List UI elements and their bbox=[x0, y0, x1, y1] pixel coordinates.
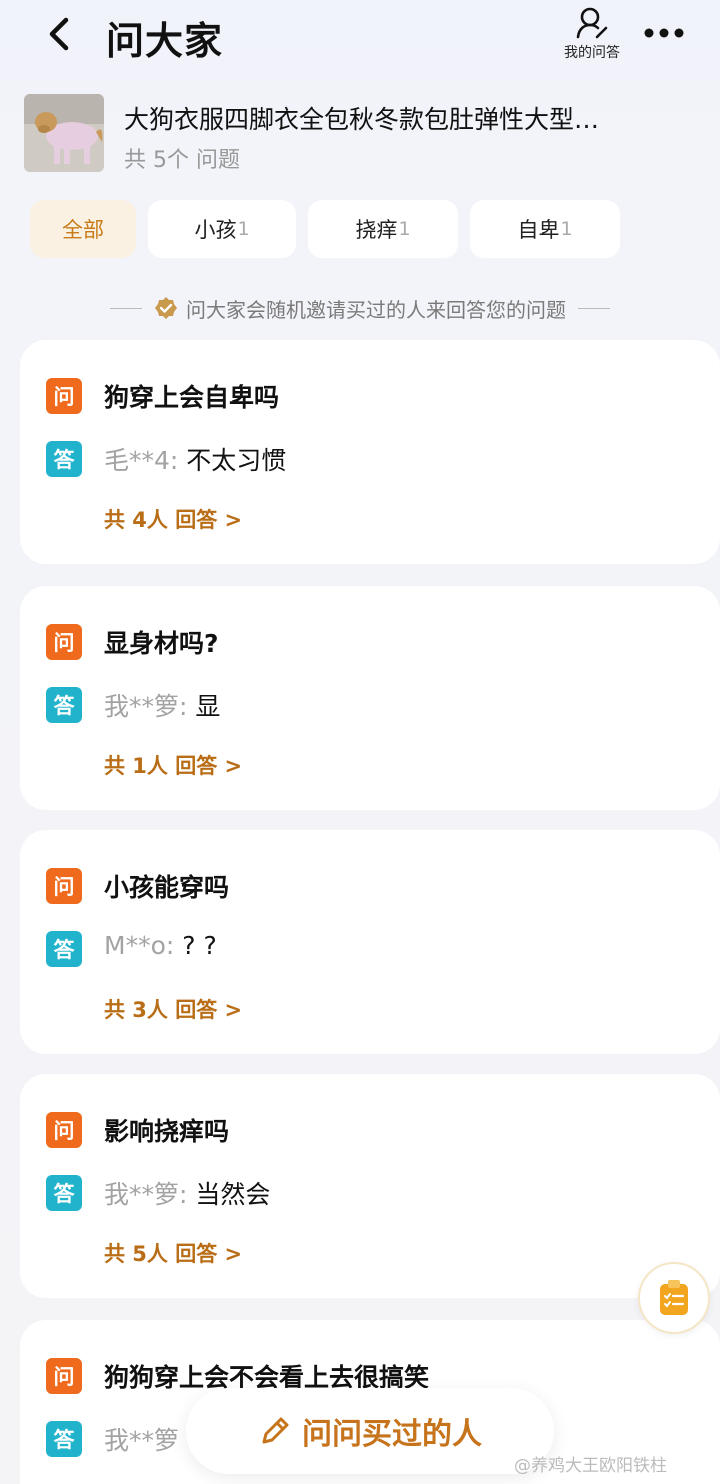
filter-inferior[interactable]: 自卑 1 bbox=[470, 200, 620, 258]
answer-count-link[interactable]: 共 3人 回答 > bbox=[104, 994, 242, 1024]
filter-label: 自卑 bbox=[517, 218, 560, 242]
answer-tag: 答 bbox=[46, 1421, 82, 1457]
divider bbox=[578, 307, 610, 309]
answer-line: 毛**4: 不太习惯 bbox=[104, 441, 286, 477]
clipboard-icon bbox=[660, 1280, 688, 1315]
answer-tag: 答 bbox=[46, 687, 82, 723]
answer-count-link[interactable]: 共 1人 回答 > bbox=[104, 750, 242, 780]
pencil-icon bbox=[262, 1417, 289, 1444]
filter-bar: 全部 小孩 1 挠痒 1 自卑 1 bbox=[30, 200, 710, 260]
answer-user: 我**箩: bbox=[104, 1180, 188, 1209]
question-text: 小孩能穿吗 bbox=[104, 873, 230, 902]
floating-list-button[interactable] bbox=[638, 1262, 710, 1334]
answer-tag: 答 bbox=[46, 1175, 82, 1211]
divider bbox=[110, 307, 142, 309]
my-qa-label: 我的问答 bbox=[564, 45, 620, 61]
notice-text: 问大家会随机邀请买过的人来回答您的问题 bbox=[186, 297, 566, 322]
verified-badge-icon bbox=[155, 297, 177, 319]
filter-count: 1 bbox=[560, 218, 573, 240]
question-tag: 问 bbox=[46, 868, 82, 904]
user-edit-icon bbox=[576, 7, 608, 39]
filter-count: 1 bbox=[398, 218, 411, 240]
product-summary[interactable]: 大狗衣服四脚衣全包秋冬款包肚弹性大型… 共 5个 问题 bbox=[24, 94, 704, 174]
answer-line: M**o: ? ? bbox=[104, 931, 217, 960]
ask-buyers-label: 问问买过的人 bbox=[302, 1417, 482, 1452]
question-text: 显身材吗? bbox=[104, 629, 219, 658]
question-text: 影响挠痒吗 bbox=[104, 1117, 230, 1146]
answer-count-link[interactable]: 共 4人 回答 > bbox=[104, 504, 242, 534]
more-button[interactable] bbox=[640, 20, 690, 46]
chevron-left-icon bbox=[49, 17, 69, 51]
more-dots-icon bbox=[644, 28, 684, 38]
invite-notice: 问大家会随机邀请买过的人来回答您的问题 bbox=[0, 290, 720, 326]
answer-user: M**o: bbox=[104, 931, 175, 960]
answer-tag: 答 bbox=[46, 441, 82, 477]
answer-text: ? ? bbox=[182, 931, 217, 960]
question-card[interactable]: 问 狗穿上会自卑吗 答 毛**4: 不太习惯 共 4人 回答 > bbox=[20, 340, 720, 564]
question-card[interactable]: 问 影响挠痒吗 答 我**箩: 当然会 共 5人 回答 > bbox=[20, 1074, 720, 1298]
filter-scratch[interactable]: 挠痒 1 bbox=[308, 200, 458, 258]
answer-user: 毛**4: bbox=[104, 446, 179, 475]
answer-user: 我**箩: bbox=[104, 692, 188, 721]
header: 问大家 我的问答 bbox=[0, 0, 720, 80]
answer-tag: 答 bbox=[46, 931, 82, 967]
answer-text: 不太习惯 bbox=[186, 446, 287, 475]
filter-label: 全部 bbox=[62, 218, 104, 242]
my-qa-button[interactable]: 我的问答 bbox=[556, 6, 628, 68]
answer-line: 我**箩: 显 bbox=[104, 687, 220, 723]
question-tag: 问 bbox=[46, 624, 82, 660]
question-card[interactable]: 问 小孩能穿吗 答 M**o: ? ? 共 3人 回答 > bbox=[20, 830, 720, 1054]
filter-label: 挠痒 bbox=[355, 218, 398, 242]
question-text: 狗穿上会自卑吗 bbox=[104, 383, 280, 412]
filter-all[interactable]: 全部 bbox=[30, 200, 136, 258]
question-tag: 问 bbox=[46, 378, 82, 414]
filter-label: 小孩 bbox=[194, 218, 237, 242]
filter-count: 1 bbox=[237, 218, 250, 240]
page-title: 问大家 bbox=[106, 19, 224, 63]
answer-count-link[interactable]: 共 5人 回答 > bbox=[104, 1238, 242, 1268]
back-button[interactable] bbox=[40, 12, 80, 56]
question-tag: 问 bbox=[46, 1358, 82, 1394]
question-count: 共 5个 问题 bbox=[124, 148, 240, 173]
product-title: 大狗衣服四脚衣全包秋冬款包肚弹性大型… bbox=[124, 105, 600, 134]
answer-line: 我**箩 bbox=[104, 1421, 179, 1457]
answer-line: 我**箩: 当然会 bbox=[104, 1175, 270, 1211]
answer-user: 我**箩 bbox=[104, 1426, 180, 1455]
question-card[interactable]: 问 显身材吗? 答 我**箩: 显 共 1人 回答 > bbox=[20, 586, 720, 810]
question-tag: 问 bbox=[46, 1112, 82, 1148]
ask-buyers-button[interactable]: 问问买过的人 bbox=[186, 1388, 554, 1474]
filter-child[interactable]: 小孩 1 bbox=[148, 200, 296, 258]
product-thumbnail bbox=[24, 94, 104, 172]
answer-text: 当然会 bbox=[195, 1180, 271, 1209]
watermark: @养鸡大王欧阳铁柱 bbox=[514, 1456, 667, 1476]
answer-text: 显 bbox=[195, 692, 221, 721]
